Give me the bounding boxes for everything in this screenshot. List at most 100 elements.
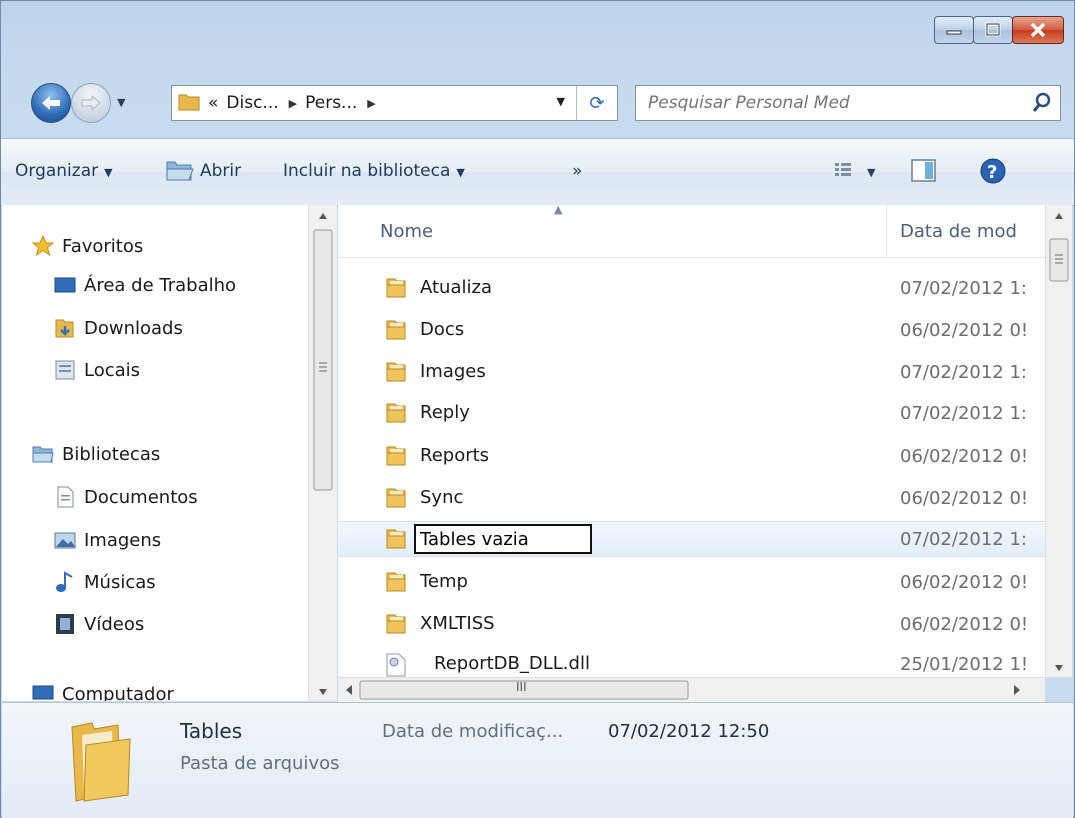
file-list: Nome ▲ Data de mod Atualiza 07/02/2012 1… — [338, 205, 1045, 677]
file-date: 07/02/2012 1: — [900, 362, 1027, 383]
file-name: Sync — [420, 487, 464, 508]
nav-downloads[interactable]: Downloads — [54, 311, 183, 345]
large-folder-icon — [71, 722, 131, 802]
open-button[interactable]: Abrir — [200, 161, 241, 181]
list-item[interactable]: Atualiza 07/02/2012 1: — [338, 271, 1045, 305]
nav-places-label: Locais — [84, 359, 141, 381]
file-date: 06/02/2012 0! — [900, 320, 1029, 341]
desktop-icon — [54, 277, 76, 293]
nav-images[interactable]: Imagens — [54, 523, 161, 557]
list-item[interactable]: Reports 06/02/2012 0! — [338, 439, 1045, 473]
forward-arrow-icon — [81, 94, 101, 112]
organize-label: Organizar — [15, 161, 99, 181]
list-item[interactable]: Sync 06/02/2012 0! — [338, 481, 1045, 515]
address-dropdown-icon[interactable]: ▼ — [557, 95, 565, 108]
details-modified-value: 07/02/2012 12:50 — [608, 721, 770, 742]
search-icon[interactable] — [1032, 92, 1052, 114]
search-input[interactable] — [646, 92, 1010, 114]
dll-file-icon — [386, 653, 406, 677]
nav-music[interactable]: Músicas — [54, 565, 156, 599]
nav-favorites[interactable]: Favoritos — [32, 229, 143, 263]
list-item[interactable]: Docs 06/02/2012 0! — [338, 313, 1045, 347]
close-button[interactable] — [1012, 16, 1064, 44]
caption-buttons — [934, 16, 1064, 44]
nav-downloads-label: Downloads — [84, 317, 183, 339]
nav-computer[interactable]: Computador — [32, 677, 174, 701]
rename-input[interactable] — [414, 524, 592, 554]
column-header-date[interactable]: Data de mod — [900, 221, 1017, 242]
column-header-name[interactable]: Nome — [380, 221, 433, 242]
folder-icon — [386, 403, 406, 423]
open-icon — [165, 157, 195, 188]
more-commands-button[interactable]: » — [572, 161, 582, 181]
nav-libraries-label: Bibliotecas — [62, 443, 161, 465]
column-divider[interactable] — [886, 205, 887, 257]
svg-text:?: ? — [987, 162, 997, 183]
folder-icon — [386, 572, 406, 592]
include-library-button[interactable]: Incluir na biblioteca ▼ — [283, 161, 465, 181]
folder-icon — [386, 529, 406, 549]
help-icon[interactable]: ? — [979, 157, 1007, 190]
breadcrumb-separator-icon[interactable]: ▶ — [289, 97, 297, 110]
folder-icon — [386, 278, 406, 298]
maximize-icon — [985, 22, 1001, 37]
file-date: 06/02/2012 0! — [900, 488, 1029, 509]
breadcrumb-pers[interactable]: Pers... — [305, 93, 357, 113]
file-list-vertical-scrollbar[interactable] — [1045, 205, 1072, 677]
refresh-icon[interactable]: ⟳ — [576, 86, 617, 120]
details-item-name: Tables — [180, 719, 243, 743]
file-list-horizontal-scrollbar[interactable]: III — [338, 677, 1045, 702]
recent-pages-dropdown[interactable]: ▼ — [117, 96, 125, 109]
file-name: Images — [420, 361, 486, 382]
list-item[interactable]: XMLTISS 06/02/2012 0! — [338, 607, 1045, 641]
list-item[interactable]: Reply 07/02/2012 1: — [338, 396, 1045, 430]
nav-libraries[interactable]: Bibliotecas — [32, 437, 160, 471]
preview-pane-icon[interactable] — [911, 159, 937, 188]
file-date: 07/02/2012 1: — [900, 278, 1027, 299]
nav-places[interactable]: Locais — [54, 353, 140, 387]
details-item-type: Pasta de arquivos — [180, 753, 340, 774]
navigation-pane-scrollbar[interactable] — [308, 205, 337, 701]
details-pane: Tables Pasta de arquivos Data de modific… — [2, 702, 1073, 818]
nav-videos[interactable]: Vídeos — [54, 607, 144, 641]
forward-button[interactable] — [71, 83, 111, 123]
list-item-selected[interactable]: 07/02/2012 1: — [338, 521, 1045, 557]
list-item[interactable]: ReportDB_DLL.dll 25/01/2012 1! — [338, 647, 1045, 677]
nav-favorites-label: Favoritos — [62, 235, 144, 257]
music-icon — [56, 571, 73, 592]
file-name: Temp — [420, 571, 468, 592]
sort-ascending-icon: ▲ — [554, 205, 563, 216]
list-item[interactable]: Images 07/02/2012 1: — [338, 355, 1045, 389]
organize-button[interactable]: Organizar ▼ — [15, 161, 113, 181]
folder-icon — [386, 614, 406, 634]
nav-documents-label: Documentos — [84, 486, 198, 508]
libraries-icon — [32, 446, 54, 463]
maximize-button[interactable] — [973, 16, 1013, 44]
list-item[interactable]: Temp 06/02/2012 0! — [338, 565, 1045, 599]
navigation-row: ▼ « Disc... ▶ Pers... ▶ ▼ ⟳ — [21, 79, 1061, 125]
file-date: 06/02/2012 0! — [900, 446, 1029, 467]
column-header-row: Nome ▲ Data de mod — [338, 205, 1045, 258]
include-library-label: Incluir na biblioteca — [283, 161, 451, 181]
file-name: Reports — [420, 445, 490, 466]
folder-icon — [386, 320, 406, 340]
breadcrumb-disc[interactable]: Disc... — [226, 93, 278, 113]
folder-icon — [386, 446, 406, 466]
search-box[interactable] — [635, 85, 1061, 121]
breadcrumb-separator-icon[interactable]: ▶ — [367, 97, 375, 110]
back-button[interactable] — [31, 83, 71, 123]
minimize-button[interactable] — [934, 16, 974, 44]
address-overflow[interactable]: « — [208, 93, 218, 113]
view-options-icon[interactable]: ▼ — [833, 161, 881, 186]
nav-desktop[interactable]: Área de Trabalho — [54, 268, 236, 302]
explorer-window: ▼ « Disc... ▶ Pers... ▶ ▼ ⟳ Organizar ▼ A… — [0, 0, 1075, 818]
file-date: 25/01/2012 1! — [900, 654, 1029, 675]
file-name: XMLTISS — [420, 613, 495, 634]
open-label: Abrir — [200, 161, 242, 181]
scroll-thumb-grip: III — [516, 680, 527, 694]
recent-places-icon — [55, 360, 75, 380]
images-icon — [54, 532, 76, 549]
nav-documents[interactable]: Documentos — [54, 480, 198, 514]
file-date: 06/02/2012 0! — [900, 572, 1029, 593]
address-bar[interactable]: « Disc... ▶ Pers... ▶ ▼ ⟳ — [171, 85, 618, 121]
